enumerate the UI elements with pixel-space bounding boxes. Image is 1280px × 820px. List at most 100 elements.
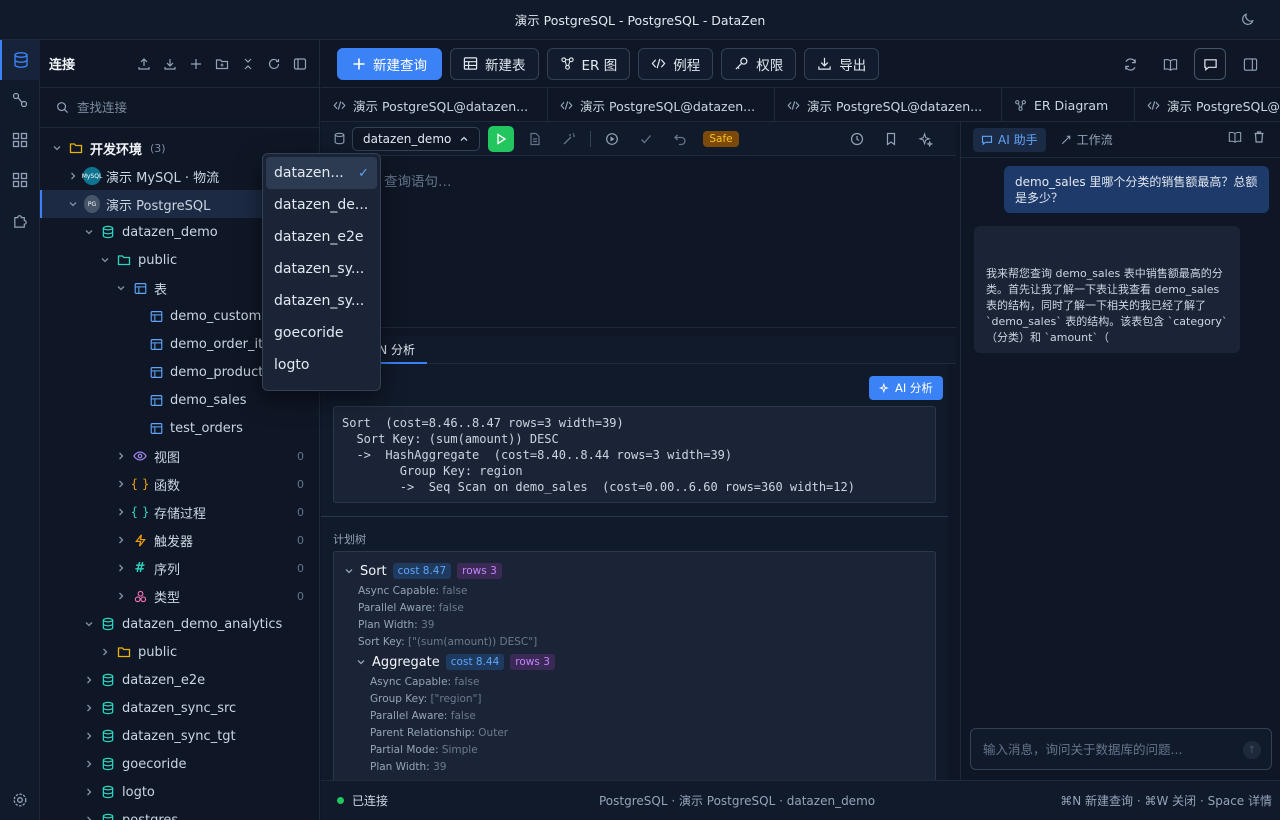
chevron-down-icon[interactable] bbox=[82, 619, 96, 629]
plan-node-name: Sort bbox=[360, 563, 387, 579]
dropdown-option[interactable]: datazen_sy... bbox=[266, 253, 377, 285]
dashboard-nav-icon[interactable] bbox=[0, 120, 40, 160]
magic-wand-icon[interactable] bbox=[556, 126, 582, 152]
connection-search-input[interactable] bbox=[77, 100, 297, 115]
refresh-icon[interactable] bbox=[265, 55, 283, 73]
chevron-right-icon[interactable] bbox=[114, 479, 128, 489]
download-icon[interactable] bbox=[161, 55, 179, 73]
tree-item[interactable]: { } 存储过程 0 bbox=[40, 498, 319, 526]
safe-mode-badge[interactable]: Safe bbox=[703, 130, 739, 147]
er-diagram-button[interactable]: ER 图 bbox=[546, 47, 631, 80]
plan-node[interactable]: Sort cost 8.47 rows 3 bbox=[344, 563, 502, 579]
book-open-icon[interactable] bbox=[1228, 130, 1242, 144]
book-icon[interactable] bbox=[1154, 48, 1186, 80]
commit-check-icon[interactable] bbox=[633, 126, 659, 152]
chevron-down-icon[interactable] bbox=[114, 283, 128, 293]
editor-tab[interactable]: 演示 PostgreSQL@datazen... bbox=[321, 88, 548, 121]
chevron-down-icon[interactable] bbox=[356, 657, 366, 667]
tree-item[interactable]: test_orders bbox=[40, 414, 319, 442]
tab-ai-assistant[interactable]: AI 助手 bbox=[973, 127, 1046, 152]
chevron-down-icon[interactable] bbox=[82, 227, 96, 237]
chat-input[interactable] bbox=[983, 741, 1233, 757]
tree-item[interactable]: public bbox=[40, 638, 319, 666]
plan-node[interactable]: Aggregate cost 8.44 rows 3 bbox=[356, 654, 555, 670]
chevron-right-icon[interactable] bbox=[82, 815, 96, 820]
format-icon[interactable] bbox=[522, 126, 548, 152]
bookmark-icon[interactable] bbox=[878, 126, 904, 152]
new-query-button[interactable]: 新建查询 bbox=[337, 47, 442, 80]
editor-tab[interactable]: 演示 PostgreSQL@datazen... bbox=[775, 88, 1002, 121]
upload-icon[interactable] bbox=[135, 55, 153, 73]
editor-divider[interactable] bbox=[321, 327, 956, 328]
tree-item[interactable]: 视图 0 bbox=[40, 442, 319, 470]
plugin-nav-icon[interactable] bbox=[0, 200, 40, 240]
chevron-right-icon[interactable] bbox=[82, 787, 96, 797]
routines-button[interactable]: 例程 bbox=[638, 47, 714, 80]
execute-icon[interactable] bbox=[599, 126, 625, 152]
run-button[interactable] bbox=[488, 125, 515, 152]
collapse-all-icon[interactable] bbox=[239, 55, 257, 73]
dropdown-option[interactable]: datazen_e2e bbox=[266, 221, 377, 253]
new-table-button[interactable]: 新建表 bbox=[450, 47, 539, 80]
chevron-right-icon[interactable] bbox=[114, 451, 128, 461]
chevron-right-icon[interactable] bbox=[98, 647, 112, 657]
dropdown-option[interactable]: datazen_sy... bbox=[266, 285, 377, 317]
chat-icon[interactable] bbox=[1194, 48, 1226, 80]
new-folder-icon[interactable] bbox=[213, 55, 231, 73]
sync-icon[interactable] bbox=[1114, 48, 1146, 80]
sql-editor[interactable]: SQL 查询语句… bbox=[321, 156, 956, 328]
dropdown-option[interactable]: goecoride bbox=[266, 317, 377, 349]
ai-analyze-button[interactable]: AI 分析 bbox=[869, 376, 943, 400]
editor-tab[interactable]: 演示 PostgreSQL@datazen... bbox=[548, 88, 775, 121]
permissions-button[interactable]: 权限 bbox=[721, 47, 797, 80]
tree-item[interactable]: 触发器 0 bbox=[40, 526, 319, 554]
chevron-right-icon[interactable] bbox=[82, 675, 96, 685]
chevron-right-icon[interactable] bbox=[82, 731, 96, 741]
chevron-right-icon[interactable] bbox=[114, 535, 128, 545]
tree-item[interactable]: datazen_sync_src bbox=[40, 694, 319, 722]
plus-icon[interactable] bbox=[187, 55, 205, 73]
chevron-right-icon[interactable] bbox=[82, 703, 96, 713]
chevron-down-icon[interactable] bbox=[50, 143, 64, 153]
database-select[interactable]: datazen_demo bbox=[352, 126, 481, 151]
export-button[interactable]: 导出 bbox=[804, 47, 880, 80]
tree-item[interactable]: datazen_sync_tgt bbox=[40, 722, 319, 750]
tree-item[interactable]: # 序列 0 bbox=[40, 554, 319, 582]
chevron-right-icon[interactable] bbox=[82, 759, 96, 769]
chevron-right-icon[interactable] bbox=[114, 563, 128, 573]
panel-toggle-icon[interactable] bbox=[291, 55, 309, 73]
tree-item[interactable]: datazen_e2e bbox=[40, 666, 319, 694]
tree-item[interactable]: 类型 0 bbox=[40, 582, 319, 610]
chevron-right-icon[interactable] bbox=[66, 171, 80, 181]
grid-nav-icon[interactable] bbox=[0, 160, 40, 200]
sidebar-right-icon[interactable] bbox=[1234, 48, 1266, 80]
tree-item[interactable]: logto bbox=[40, 778, 319, 806]
ai-sparkle-icon[interactable] bbox=[912, 126, 938, 152]
chevron-down-icon[interactable] bbox=[66, 199, 80, 209]
tree-item[interactable]: { } 函数 0 bbox=[40, 470, 319, 498]
sync-nav-icon[interactable] bbox=[0, 80, 40, 120]
editor-tab-label: 演示 PostgreSQL@datazen... bbox=[807, 98, 983, 114]
chevron-down-icon[interactable] bbox=[98, 255, 112, 265]
chevron-right-icon[interactable] bbox=[114, 507, 128, 517]
chevron-down-icon[interactable] bbox=[344, 566, 354, 576]
dropdown-option[interactable]: datazen... ✓ bbox=[266, 157, 377, 189]
tree-item[interactable]: postgres bbox=[40, 806, 319, 820]
dropdown-option[interactable]: datazen_de... bbox=[266, 189, 377, 221]
editor-tab[interactable]: ER Diagram bbox=[1002, 88, 1135, 121]
chat-input-box: ↑ bbox=[970, 728, 1272, 770]
send-arrow-icon[interactable]: ↑ bbox=[1243, 741, 1261, 759]
settings-gear-icon[interactable] bbox=[0, 780, 40, 820]
database-nav-icon[interactable] bbox=[0, 40, 40, 80]
tree-item-label: 开发环境 bbox=[90, 142, 143, 158]
moon-icon[interactable] bbox=[1241, 11, 1256, 26]
trash-icon[interactable] bbox=[1252, 130, 1266, 144]
tree-item[interactable]: goecoride bbox=[40, 750, 319, 778]
editor-tab[interactable]: 演示 PostgreSQL@da bbox=[1135, 88, 1280, 121]
rollback-icon[interactable] bbox=[667, 126, 693, 152]
history-clock-icon[interactable] bbox=[844, 126, 870, 152]
tab-workflow[interactable]: 工作流 bbox=[1052, 128, 1121, 152]
tree-item[interactable]: datazen_demo_analytics bbox=[40, 610, 319, 638]
dropdown-option[interactable]: logto bbox=[266, 349, 377, 381]
chevron-right-icon[interactable] bbox=[114, 591, 128, 601]
